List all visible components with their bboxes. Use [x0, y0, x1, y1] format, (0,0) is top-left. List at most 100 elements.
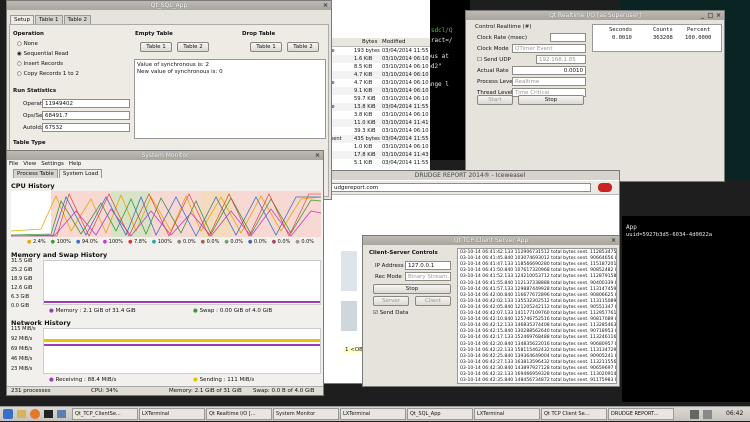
ops-field: 68491.7	[42, 111, 130, 120]
client-button[interactable]: Client	[415, 296, 451, 306]
cpu-percent: 0.0%	[182, 239, 196, 245]
file-row[interactable]: code4.7 KiB03/10/2014 06:10	[320, 79, 430, 87]
file-row[interactable]: 3.8 KiB 03/10/2014 06:10	[320, 111, 430, 119]
menu-settings[interactable]: Settings	[41, 161, 64, 167]
tray-icon[interactable]	[690, 410, 699, 419]
log-box[interactable]: Value of synchronous is: 2 New value of …	[134, 59, 326, 139]
taskbar-item[interactable]: LXTerminal	[139, 408, 205, 420]
stop-button[interactable]: Stop	[518, 95, 584, 105]
file-row[interactable]: 39.3 KiB 03/10/2014 06:10	[320, 127, 430, 135]
taskbar-item[interactable]: Qt TCP Client Se...	[541, 408, 607, 420]
file-size: 1.6 KiB	[354, 56, 373, 62]
drop-table2-button[interactable]: Table 2	[287, 42, 319, 52]
title-bar[interactable]: Qt_SQL_App ×	[7, 1, 331, 10]
title-bar[interactable]: System Monitor ×	[7, 151, 323, 160]
stop-button[interactable]: Stop	[373, 284, 451, 294]
adblock-icon[interactable]	[598, 183, 612, 192]
tab-table1[interactable]: Table 1	[35, 15, 63, 24]
minimize-button[interactable]: _	[699, 12, 706, 19]
udp-address-input[interactable]: 192.168.1.85	[536, 55, 586, 64]
file-manager-window[interactable]: Bytes Modified code193 bytes03/04/2014 1…	[320, 0, 430, 175]
page-image[interactable]	[341, 251, 357, 291]
process-level-select[interactable]: Realtime	[512, 77, 586, 86]
folder-icon[interactable]	[17, 410, 26, 418]
cpu-swatch: ●	[271, 239, 277, 245]
start-button[interactable]: Start	[477, 95, 513, 105]
memory-tick: 6.3 GiB	[11, 294, 30, 300]
file-row[interactable]: 59.7 KiB 03/10/2014 06:10	[320, 95, 430, 103]
tcp-log[interactable]: 03-10-14 06:41:42.133 112906731512 total…	[457, 248, 617, 384]
taskbar-item[interactable]: Qt_TCP_ClientSe...	[72, 408, 138, 420]
url-bar[interactable]: udgereport.com	[331, 183, 591, 192]
file-row[interactable]: code13.8 KiB03/04/2014 11:55	[320, 103, 430, 111]
monitor-icon[interactable]	[57, 410, 66, 418]
server-button[interactable]: Server	[373, 296, 409, 306]
title-bar[interactable]: Qt TCP Client Server App ×	[363, 236, 619, 245]
maximize-button[interactable]: □	[707, 12, 714, 19]
file-row[interactable]: 1.0 KiB 03/10/2014 06:10	[320, 143, 430, 151]
tcp-app-window[interactable]: Qt TCP Client Server App × Client-Server…	[362, 235, 620, 387]
file-row[interactable]: 9.1 KiB 03/10/2014 06:10	[320, 87, 430, 95]
tab-table2[interactable]: Table 2	[63, 15, 91, 24]
file-size: 4.7 KiB	[354, 80, 373, 86]
empty-table2-button[interactable]: Table 2	[177, 42, 209, 52]
send-udp-checkbox[interactable]: ☐ Send UDP	[477, 57, 511, 63]
actual-rate-field: 0.0010	[512, 66, 586, 75]
terminal-icon[interactable]	[44, 410, 53, 418]
cpu-legend-item: ● 0.0%	[177, 239, 196, 245]
memory-legend: ● Memory : 2.1 GiB of 31.4 GiB	[49, 308, 136, 314]
close-button[interactable]: ×	[314, 152, 321, 159]
volume-icon[interactable]	[703, 410, 712, 419]
close-button[interactable]: ×	[322, 2, 329, 9]
clock-mode-select[interactable]: QTimer Event	[512, 44, 586, 53]
menu-file[interactable]: File	[9, 161, 18, 167]
menu-help[interactable]: Help	[69, 161, 82, 167]
taskbar-item[interactable]: Qt Realtime I/O [...	[206, 408, 272, 420]
menu-view[interactable]: View	[23, 161, 36, 167]
run-stats-heading: Run Statistics	[13, 88, 57, 94]
file-row[interactable]: 11.0 KiB 03/10/2014 11:41	[320, 119, 430, 127]
start-menu-icon[interactable]	[3, 409, 13, 419]
taskbar-item[interactable]: LXTerminal	[340, 408, 406, 420]
option-none[interactable]: ○ None	[17, 41, 38, 47]
empty-table-heading: Empty Table	[135, 31, 173, 37]
close-button[interactable]: ×	[610, 237, 617, 244]
file-row[interactable]: 8.5 KiB 03/10/2014 06:10	[320, 63, 430, 71]
taskbar-item[interactable]: Qt_SQL_App	[407, 408, 473, 420]
taskbar-item[interactable]: LXTerminal	[474, 408, 540, 420]
clock-rate-input[interactable]	[550, 33, 586, 42]
tab-system-load[interactable]: System Load	[58, 169, 103, 178]
realtime-window[interactable]: Qt Realtime I/O [as Superuser] _ □ × Contr…	[465, 10, 725, 182]
file-row[interactable]: 1.6 KiB 03/10/2014 06:10	[320, 55, 430, 63]
drop-table1-button[interactable]: Table 1	[250, 42, 282, 52]
col-bytes-header[interactable]: Bytes	[362, 39, 377, 45]
title-bar[interactable]: DRUDGE REPORT 2014® - Iceweasel	[321, 171, 619, 180]
close-button[interactable]: ×	[715, 12, 722, 19]
send-data-checkbox[interactable]: ☑ Send Data	[373, 310, 408, 316]
taskbar-item[interactable]: DRUDGE REPORT...	[608, 408, 674, 420]
page-image[interactable]	[341, 301, 357, 331]
cpu-percent: 94.0%	[81, 239, 98, 245]
file-row[interactable]: 4.7 KiB 03/10/2014 06:10	[320, 71, 430, 79]
file-row[interactable]: ile5.1 KiB03/04/2014 11:55	[320, 159, 430, 167]
system-monitor-window[interactable]: System Monitor × File View Settings Help Pr…	[6, 150, 324, 396]
file-row[interactable]: code193 bytes03/04/2014 11:55	[320, 47, 430, 55]
file-row[interactable]: 17.8 KiB 03/10/2014 11:43	[320, 151, 430, 159]
option-sequential[interactable]: ◉ Sequential Read	[17, 51, 68, 57]
file-size: 435 bytes	[354, 136, 380, 142]
rec-mode-select[interactable]: Binary Stream...	[405, 272, 451, 281]
browser-icon[interactable]	[30, 409, 40, 419]
option-insert[interactable]: ○ Insert Records	[17, 61, 63, 67]
tab-setup[interactable]: Setup	[10, 15, 35, 24]
terminal-right[interactable]: App uuid=5927b3d5-6034-4d0022a	[622, 216, 750, 402]
taskbar-item[interactable]: System Monitor	[273, 408, 339, 420]
col-modified-header[interactable]: Modified	[382, 39, 405, 45]
network-graph	[43, 328, 321, 374]
cpu-legend-item: ● 94.0%	[76, 239, 98, 245]
tab-process-table[interactable]: Process Table	[13, 169, 58, 178]
empty-table1-button[interactable]: Table 1	[140, 42, 172, 52]
file-row[interactable]: cument435 bytes03/04/2014 11:55	[320, 135, 430, 143]
title-bar[interactable]: Qt Realtime I/O [as Superuser] _ □ ×	[466, 11, 724, 20]
ip-input[interactable]: 127.0.0.1	[405, 261, 451, 270]
option-copy[interactable]: ○ Copy Records 1 to 2	[17, 71, 79, 77]
